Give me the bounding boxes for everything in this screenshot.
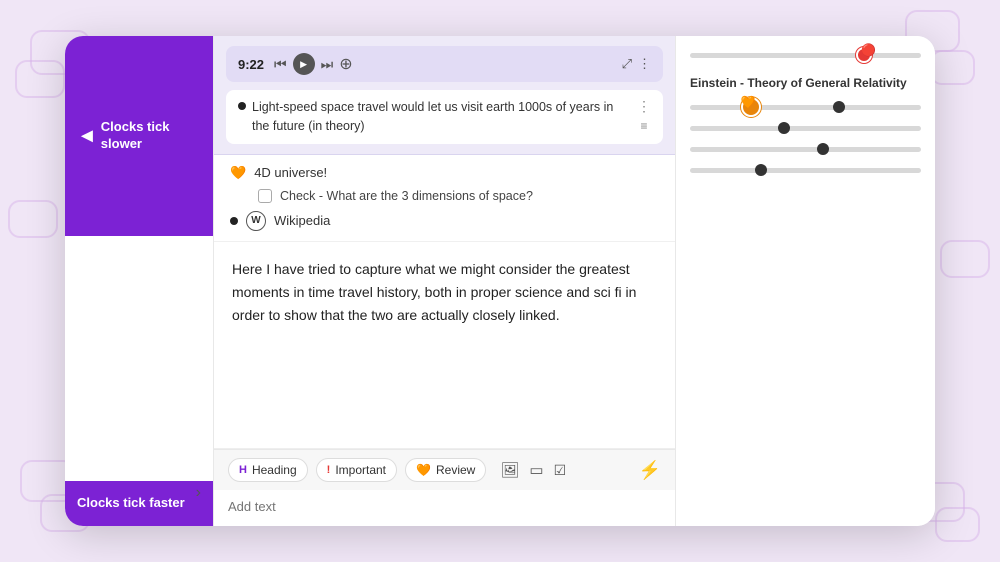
lightning-button[interactable]: ⚡ xyxy=(639,460,661,481)
review-tag-button[interactable]: 🧡 Review xyxy=(405,458,486,482)
slider-row-4 xyxy=(690,163,921,177)
emoji-icon: 🧡 xyxy=(230,165,246,181)
alert-thumb[interactable]: 🔴 xyxy=(856,47,872,63)
checkbox-label: Check - What are the 3 dimensions of spa… xyxy=(280,189,533,203)
audio-time: 9:22 xyxy=(238,57,264,72)
text-menu-icon[interactable]: ≡ xyxy=(640,119,647,133)
more-options-icon[interactable]: ⋮ xyxy=(638,56,651,72)
dark-thumb-3[interactable] xyxy=(817,143,829,155)
heading-icon: H xyxy=(239,464,247,476)
device-frame: ◄ Clocks tick slower Clocks tick faster … xyxy=(65,36,935,526)
dark-thumb-2[interactable] xyxy=(778,122,790,134)
top-panel: 9:22 ⏮ ▶ ⏭ ⊕ ⤢ ⋮ Light-speed space trave… xyxy=(214,36,675,155)
audio-expand-controls: ⤢ ⋮ xyxy=(622,56,651,72)
important-tag-button[interactable]: ! Important xyxy=(316,458,397,482)
dark-thumb-4[interactable] xyxy=(755,164,767,176)
heading-tag-button[interactable]: H Heading xyxy=(228,458,308,482)
top-slider-track: 🔴 xyxy=(690,53,921,58)
section-label: Einstein - Theory of General Relativity xyxy=(690,76,921,90)
chevron-right-icon[interactable]: › xyxy=(196,484,201,502)
review-label: Review xyxy=(436,463,475,477)
add-icon[interactable]: ⊕ xyxy=(339,54,352,74)
sidebar-bottom-section: Clocks tick faster xyxy=(65,481,213,526)
text-more-icon[interactable]: ⋮ xyxy=(637,98,651,115)
slider-track-1: 🧡 xyxy=(690,105,921,110)
text-block-content: Light-speed space travel would let us vi… xyxy=(252,98,631,136)
slider-track-3 xyxy=(690,147,921,152)
add-text-area xyxy=(214,490,675,526)
emoji-label: 4D universe! xyxy=(254,165,327,180)
important-label: Important xyxy=(335,463,386,477)
slider-row-1: 🧡 xyxy=(690,100,921,114)
play-button[interactable]: ▶ xyxy=(293,53,315,75)
text-block: Light-speed space travel would let us vi… xyxy=(226,90,663,144)
slider-row-2 xyxy=(690,121,921,135)
right-panel: 🔴 Einstein - Theory of General Relativit… xyxy=(675,36,935,526)
rewind-icon[interactable]: ⏮ xyxy=(274,56,287,73)
toolbar: H Heading ! Important 🧡 Review 🖼 ▭ ☑ ⚡ xyxy=(214,449,675,490)
slider-track-2 xyxy=(690,126,921,131)
bullet-dot xyxy=(238,102,246,110)
audio-player: 9:22 ⏮ ▶ ⏭ ⊕ ⤢ ⋮ xyxy=(226,46,663,82)
top-slider-row: 🔴 xyxy=(690,48,921,62)
review-emoji-icon: 🧡 xyxy=(416,463,431,477)
sidebar-bottom-title: Clocks tick faster xyxy=(77,495,201,512)
heading-label: Heading xyxy=(252,463,297,477)
dark-thumb-1[interactable] xyxy=(833,101,845,113)
wiki-item: W Wikipedia xyxy=(230,211,659,231)
text-block-actions: ⋮ ≡ xyxy=(637,98,651,133)
checkbox-item: Check - What are the 3 dimensions of spa… xyxy=(258,189,659,203)
slider-row-3 xyxy=(690,142,921,156)
fast-forward-icon[interactable]: ⏭ xyxy=(321,56,334,73)
important-icon: ! xyxy=(327,464,331,476)
checkbox-toolbar-icon[interactable]: ☑ xyxy=(554,462,567,479)
emoji-item: 🧡 4D universe! xyxy=(230,165,659,181)
audio-controls: ⏮ ▶ ⏭ ⊕ xyxy=(274,53,353,75)
content-paragraph: Here I have tried to capture what we mig… xyxy=(214,242,675,450)
toolbar-icons: 🖼 ▭ ☑ xyxy=(500,461,566,479)
sliders-group: 🧡 xyxy=(690,100,921,177)
sidebar-arrow-icon: ◄ xyxy=(77,123,97,149)
slider-track-4 xyxy=(690,168,921,173)
orange-emoji-thumb[interactable]: 🧡 xyxy=(741,97,761,117)
main-content: 9:22 ⏮ ▶ ⏭ ⊕ ⤢ ⋮ Light-speed space trave… xyxy=(213,36,675,526)
add-text-input[interactable] xyxy=(228,499,661,514)
wikipedia-logo: W xyxy=(246,211,266,231)
wikipedia-label: Wikipedia xyxy=(274,213,330,228)
image-icon[interactable]: 🖼 xyxy=(500,461,519,479)
sidebar: ◄ Clocks tick slower Clocks tick faster … xyxy=(65,36,213,526)
checkbox[interactable] xyxy=(258,189,272,203)
card-icon[interactable]: ▭ xyxy=(529,461,543,479)
expand-icon[interactable]: ⤢ xyxy=(622,56,632,72)
wiki-bullet xyxy=(230,217,238,225)
sidebar-top-section: ◄ Clocks tick slower xyxy=(65,36,213,236)
sidebar-top-title: ◄ Clocks tick slower xyxy=(77,119,201,153)
middle-section: 🧡 4D universe! Check - What are the 3 di… xyxy=(214,155,675,242)
